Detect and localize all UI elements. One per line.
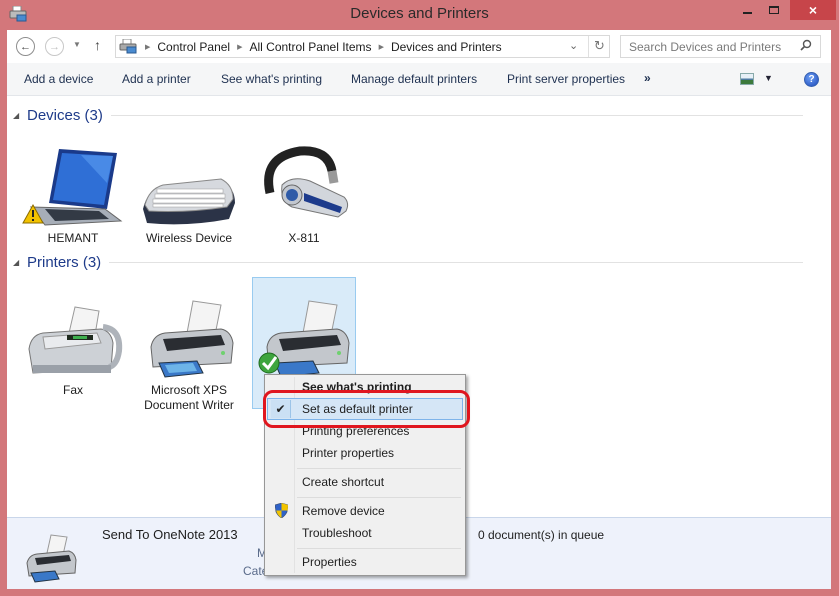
search-input[interactable] [621, 36, 796, 57]
chevron-down-icon: ▼ [73, 40, 81, 49]
title-bar: Devices and Printers × [0, 0, 839, 30]
more-commands-button[interactable]: » [644, 71, 651, 85]
printer-label: Microsoft XPS Document Writer [144, 383, 234, 412]
search-icon[interactable] [800, 39, 812, 51]
print-server-properties-button[interactable]: Print server properties [507, 72, 625, 86]
breadcrumb-control-panel[interactable]: Control Panel [157, 40, 230, 54]
see-whats-printing-button[interactable]: See what's printing [221, 72, 322, 86]
address-dropdown-icon[interactable]: ⌄ [569, 39, 578, 52]
menu-item-label: Properties [302, 555, 357, 569]
minimize-icon [742, 12, 752, 14]
printer-tile-xps-writer[interactable]: Microsoft XPS Document Writer [137, 295, 241, 413]
group-divider [110, 115, 803, 116]
menu-item-troubleshoot[interactable]: Troubleshoot [267, 522, 463, 544]
collapse-arrow-icon[interactable]: ◢ [13, 258, 27, 267]
breadcrumb-separator-icon[interactable]: ▶ [379, 43, 384, 51]
add-device-button[interactable]: Add a device [24, 72, 93, 86]
group-divider [109, 262, 803, 263]
breadcrumb-all-items[interactable]: All Control Panel Items [250, 40, 372, 54]
address-divider [588, 36, 589, 57]
view-options-dropdown[interactable]: ▼ [764, 73, 773, 83]
device-tile-x811[interactable]: X-811 [252, 143, 356, 246]
printer-icon [26, 534, 77, 583]
menu-item-printing-preferences[interactable]: Printing preferences [267, 420, 463, 442]
forward-button[interactable]: → [45, 37, 64, 56]
menu-separator [297, 468, 461, 469]
menu-separator [297, 497, 461, 498]
address-bar: ← → ▼ ↑ ▶ Control Panel ▶ All Control Pa… [7, 30, 831, 62]
menu-item-properties[interactable]: Properties [267, 551, 463, 573]
up-button[interactable]: ↑ [94, 37, 101, 53]
forward-arrow-icon: → [49, 40, 60, 53]
device-label: X-811 [288, 231, 320, 245]
device-label: Wireless Device [145, 231, 232, 245]
back-button[interactable]: ← [16, 37, 35, 56]
headset-icon [264, 146, 349, 218]
device-tile-hemant[interactable]: HEMANT [21, 143, 125, 246]
add-printer-button[interactable]: Add a printer [122, 72, 191, 86]
devices-group-title: Devices (3) [27, 107, 103, 124]
menu-separator [297, 548, 461, 549]
devices-printers-icon [119, 39, 137, 54]
menu-item-remove-device[interactable]: Remove device [267, 500, 463, 522]
printers-group-header[interactable]: ◢ Printers (3) [13, 254, 803, 271]
devices-group-header[interactable]: ◢ Devices (3) [13, 107, 803, 124]
printers-group-title: Printers (3) [27, 254, 102, 271]
breadcrumb-items: ▶ Control Panel ▶ All Control Panel Item… [138, 40, 502, 54]
up-arrow-icon: ↑ [94, 37, 101, 53]
close-icon: × [808, 2, 818, 18]
manage-default-printers-button[interactable]: Manage default printers [351, 72, 477, 86]
details-queue-status: 0 document(s) in queue [478, 528, 605, 542]
search-box[interactable] [620, 35, 821, 58]
keyboard-icon [143, 178, 235, 225]
breadcrumb-devices-printers[interactable]: Devices and Printers [391, 40, 502, 54]
device-tile-wireless-device[interactable]: Wireless Device [137, 143, 241, 246]
back-arrow-icon: ← [20, 40, 31, 53]
printer-icon [150, 300, 234, 378]
menu-item-label: Printing preferences [302, 424, 410, 438]
printer-tile-fax[interactable]: Fax [21, 295, 125, 398]
menu-item-label: Troubleshoot [302, 526, 372, 540]
menu-item-label: Set as default printer [302, 402, 413, 416]
collapse-arrow-icon[interactable]: ◢ [13, 111, 27, 120]
breadcrumb-separator-icon[interactable]: ▶ [237, 43, 242, 51]
menu-item-set-as-default[interactable]: ✔ Set as default printer [267, 398, 463, 420]
printer-label: Fax [62, 383, 83, 397]
breadcrumb[interactable]: ▶ Control Panel ▶ All Control Panel Item… [115, 35, 610, 58]
menu-item-label: Printer properties [302, 446, 395, 460]
window-title: Devices and Printers [350, 5, 489, 22]
refresh-icon[interactable]: ↻ [594, 38, 605, 54]
default-check-badge-icon [258, 352, 280, 374]
fax-icon [28, 306, 123, 374]
printer-icon [258, 300, 350, 378]
breadcrumb-separator-icon[interactable]: ▶ [145, 43, 150, 51]
close-button[interactable]: × [790, 0, 836, 20]
change-view-icon[interactable] [740, 73, 754, 85]
recent-locations-button[interactable]: ▼ [73, 40, 81, 49]
context-menu: See what's printing ✔ Set as default pri… [264, 374, 466, 576]
menu-item-printer-properties[interactable]: Printer properties [267, 442, 463, 464]
minimize-button[interactable] [733, 0, 761, 20]
menu-item-create-shortcut[interactable]: Create shortcut [267, 471, 463, 493]
command-bar: Add a device Add a printer See what's pr… [7, 63, 831, 96]
details-device-name: Send To OneNote 2013 [102, 527, 238, 542]
menu-item-label: Create shortcut [302, 475, 385, 489]
maximize-icon [769, 6, 779, 14]
checkmark-icon: ✔ [271, 400, 291, 418]
maximize-button[interactable] [760, 0, 788, 20]
uac-shield-icon [275, 503, 288, 518]
device-label: HEMANT [47, 231, 99, 245]
menu-item-see-whats-printing[interactable]: See what's printing [267, 376, 463, 398]
laptop-icon [22, 149, 123, 226]
help-icon[interactable]: ? [804, 72, 819, 87]
menu-item-label: See what's printing [302, 380, 412, 394]
menu-item-label: Remove device [302, 504, 385, 518]
